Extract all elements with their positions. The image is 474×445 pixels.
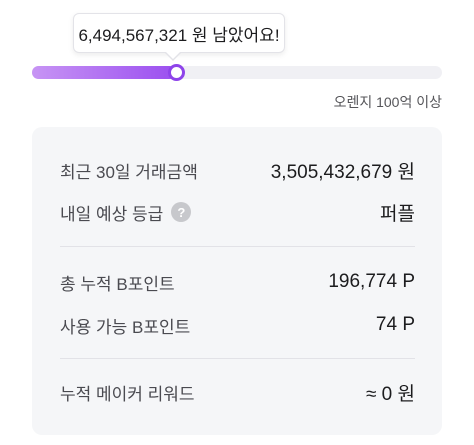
next-grade-label-group: 내일 예상 등급 ? — [60, 200, 192, 225]
section-divider — [60, 358, 415, 359]
grade-info-card: 최근 30일 거래금액 3,505,432,679 원 내일 예상 등급 ? 퍼… — [32, 127, 442, 435]
total-points-row: 총 누적 B포인트 196,774 P — [60, 267, 415, 297]
progress-thumb — [167, 64, 185, 81]
trade-volume-row: 최근 30일 거래금액 3,505,432,679 원 — [60, 155, 415, 185]
target-grade-label: 오렌지 100억 이상 — [333, 94, 442, 110]
next-grade-label: 내일 예상 등급 — [60, 204, 164, 224]
grade-progress-bar — [32, 64, 442, 81]
maker-reward-value: ≈ 0 원 — [365, 383, 415, 405]
tooltip-arrow — [165, 52, 181, 61]
total-points-label: 총 누적 B포인트 — [60, 274, 175, 294]
total-points-value: 196,774 P — [328, 271, 415, 292]
available-points-value: 74 P — [375, 314, 415, 335]
next-grade-row: 내일 예상 등급 ? 퍼플 — [60, 197, 415, 227]
progress-fill — [32, 66, 176, 79]
remaining-amount-tooltip: 6,494,567,321 원 남았어요! — [73, 13, 285, 53]
trade-volume-value: 3,505,432,679 원 — [270, 161, 415, 183]
maker-reward-row: 누적 메이커 리워드 ≈ 0 원 — [60, 377, 415, 407]
section-divider — [60, 246, 415, 247]
maker-reward-label: 누적 메이커 리워드 — [60, 384, 195, 404]
trade-volume-label: 최근 30일 거래금액 — [60, 162, 198, 182]
next-grade-value: 퍼플 — [380, 203, 415, 225]
question-icon[interactable]: ? — [171, 202, 192, 222]
available-points-row: 사용 가능 B포인트 74 P — [60, 310, 415, 340]
available-points-label: 사용 가능 B포인트 — [60, 317, 191, 337]
remaining-amount-text: 6,494,567,321 원 남았어요! — [78, 25, 280, 45]
